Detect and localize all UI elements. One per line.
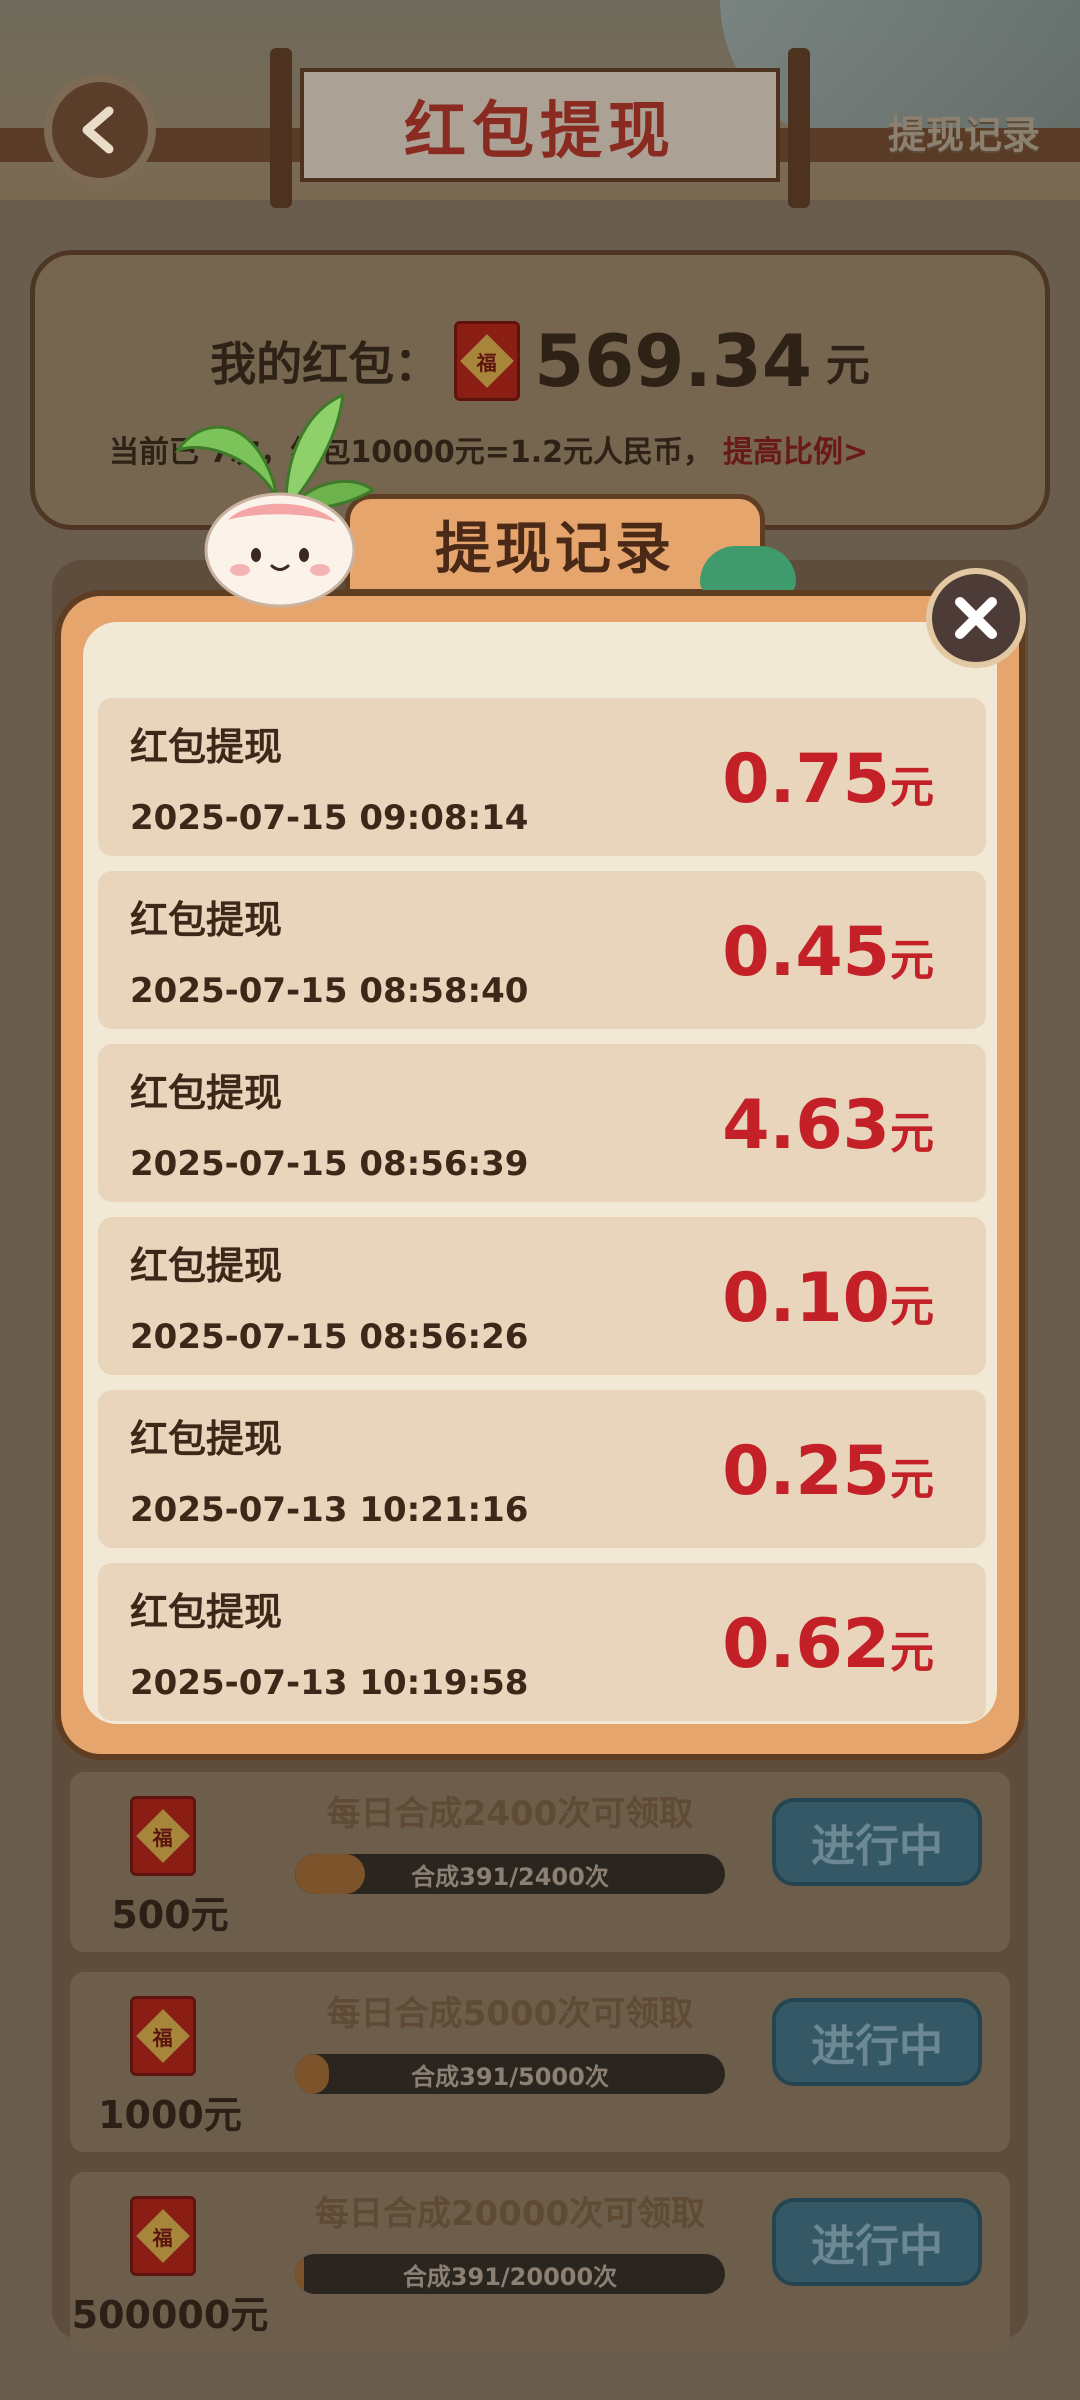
task-title: 每日合成5000次可领取	[326, 1994, 694, 2034]
record-time: 2025-07-13 10:19:58	[130, 1663, 529, 1703]
record-amount-value: 4.63	[722, 1086, 890, 1165]
record-amount-value: 0.25	[722, 1432, 890, 1511]
record-title: 红包提现	[130, 1244, 283, 1288]
record-amount-value: 0.75	[722, 740, 890, 819]
record-item: 红包提现 2025-07-15 08:58:40 0.45元	[98, 871, 986, 1029]
fu-character: 福	[153, 2225, 173, 2250]
red-envelope-icon: 福	[130, 1796, 196, 1876]
task-status-button[interactable]: 进行中	[772, 1998, 982, 2086]
back-button[interactable]	[44, 74, 156, 186]
record-amount: 4.63元	[722, 1086, 934, 1165]
scroll-rod-right	[788, 48, 810, 208]
task-progress-bar: 合成391/2400次	[295, 1854, 725, 1894]
record-amount: 0.10元	[722, 1259, 934, 1338]
page-title: 红包提现	[403, 94, 676, 167]
record-amount: 0.75元	[722, 740, 934, 819]
task-status-button[interactable]: 进行中	[772, 2198, 982, 2286]
radish-mascot	[174, 392, 376, 608]
task-progress-bar: 合成391/5000次	[295, 2054, 725, 2094]
task-title: 每日合成2400次可领取	[326, 1794, 694, 1834]
record-time: 2025-07-15 09:08:14	[130, 798, 529, 838]
red-envelope-icon: 福	[130, 2196, 196, 2276]
record-item: 红包提现 2025-07-15 08:56:26 0.10元	[98, 1217, 986, 1375]
record-item: 红包提现 2025-07-13 10:21:16 0.25元	[98, 1390, 986, 1548]
scroll-rod-left	[270, 48, 292, 208]
back-arrow-icon	[82, 106, 114, 154]
record-amount-unit: 元	[890, 935, 934, 986]
record-amount: 0.62元	[722, 1605, 934, 1684]
record-amount-unit: 元	[890, 1108, 934, 1159]
record-title: 红包提现	[130, 725, 283, 769]
task-progress-text: 合成391/5000次	[411, 2062, 609, 2091]
record-amount-unit: 元	[890, 1281, 934, 1332]
record-amount: 0.25元	[722, 1432, 934, 1511]
leaf-decoration	[700, 546, 796, 596]
fu-character: 福	[153, 2025, 173, 2050]
task-reward: 500000元	[71, 2293, 269, 2337]
wallet-amount: 569.34	[534, 319, 812, 403]
close-button[interactable]	[926, 568, 1026, 668]
record-item: 红包提现 2025-07-13 10:19:58 0.62元	[98, 1563, 986, 1721]
record-amount-unit: 元	[890, 1454, 934, 1505]
raise-ratio-link[interactable]: 提高比例>	[723, 435, 868, 470]
title-scroll: 红包提现	[270, 48, 810, 208]
task-reward: 500元	[111, 1893, 229, 1937]
record-time: 2025-07-13 10:21:16	[130, 1490, 529, 1530]
task-title: 每日合成20000次可领取	[314, 2194, 706, 2234]
record-title: 红包提现	[130, 1590, 283, 1634]
wallet-unit: 元	[825, 340, 870, 391]
scroll-paper: 红包提现	[300, 68, 780, 182]
fu-character: 福	[477, 350, 498, 375]
withdraw-record-link[interactable]: 提现记录	[888, 104, 1040, 159]
record-title: 红包提现	[130, 1417, 283, 1461]
task-progress-text: 合成391/20000次	[402, 2262, 618, 2291]
record-item: 红包提现 2025-07-15 09:08:14 0.75元	[98, 698, 986, 856]
record-amount-value: 0.62	[722, 1605, 890, 1684]
record-time: 2025-07-15 08:56:39	[130, 1144, 529, 1184]
record-amount: 0.45元	[722, 913, 934, 992]
record-title: 红包提现	[130, 1071, 283, 1115]
task-status-button[interactable]: 进行中	[772, 1798, 982, 1886]
task-item: 福 500000元 每日合成20000次可领取 合成391/20000次 进行中	[70, 2172, 1010, 2352]
record-amount-unit: 元	[890, 1627, 934, 1678]
red-envelope-icon: 福	[454, 321, 521, 401]
task-progress-bar: 合成391/20000次	[295, 2254, 725, 2294]
close-icon	[955, 597, 997, 639]
record-amount-value: 0.45	[722, 913, 890, 992]
task-progress-text: 合成391/2400次	[411, 1862, 609, 1891]
task-item: 福 1000元 每日合成5000次可领取 合成391/5000次 进行中	[70, 1972, 1010, 2152]
record-title: 红包提现	[130, 898, 283, 942]
record-item: 红包提现 2025-07-15 08:56:39 4.63元	[98, 1044, 986, 1202]
record-amount-value: 0.10	[722, 1259, 890, 1338]
task-item: 福 500元 每日合成2400次可领取 合成391/2400次 进行中	[70, 1772, 1010, 1952]
record-time: 2025-07-15 08:56:26	[130, 1317, 529, 1357]
modal-title: 提现记录	[435, 516, 675, 582]
record-time: 2025-07-15 08:58:40	[130, 971, 529, 1011]
fu-character: 福	[153, 1825, 173, 1850]
red-envelope-icon: 福	[130, 1996, 196, 2076]
record-amount-unit: 元	[890, 762, 934, 813]
task-reward: 1000元	[98, 2093, 242, 2137]
